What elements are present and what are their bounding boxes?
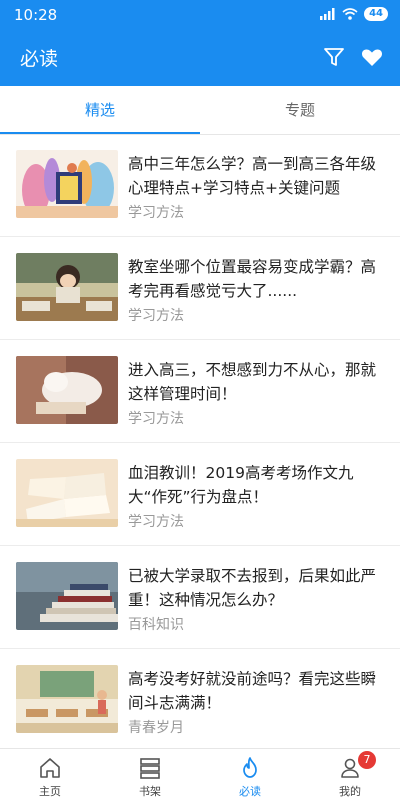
nav-home-label: 主页 — [39, 785, 61, 798]
article-category: 学习方法 — [128, 411, 184, 427]
article-item[interactable]: 高中三年怎么学？高一到高三各年级心理特点+学习特点+关键问题 学习方法 — [0, 134, 400, 237]
article-title: 已被大学录取不去报到，后果如此严重！这种情况怎么办？ — [128, 567, 377, 609]
flame-icon — [243, 757, 257, 778]
bookshelf-icon — [140, 758, 160, 779]
nav-bookshelf[interactable]: 书架 — [100, 749, 200, 801]
article-category: 学习方法 — [128, 205, 184, 221]
battery-indicator: 44 — [364, 7, 388, 21]
article-title: 高中三年怎么学？高一到高三各年级心理特点+学习特点+关键问题 — [128, 155, 377, 197]
status-bar: 10:28 44 — [0, 0, 400, 30]
article-thumbnail — [16, 150, 118, 218]
nav-must-read[interactable]: 必读 — [200, 749, 300, 801]
article-title: 进入高三，不想感到力不从心，那就这样管理时间！ — [128, 361, 377, 403]
bottom-navigation: 主页 书架 必读 7 我的 — [0, 748, 400, 801]
favorite-heart-icon[interactable] — [360, 45, 384, 69]
tab-bar: 精选 专题 — [0, 86, 400, 135]
app-bar: 必读 — [0, 30, 400, 86]
article-thumbnail — [16, 253, 118, 321]
tab-featured[interactable]: 精选 — [0, 86, 200, 134]
article-item[interactable]: 已被大学录取不去报到，后果如此严重！这种情况怎么办？ 百科知识 — [0, 546, 400, 649]
filter-icon[interactable] — [322, 45, 346, 69]
article-thumbnail — [16, 356, 118, 424]
article-item[interactable]: 进入高三，不想感到力不从心，那就这样管理时间！ 学习方法 — [0, 340, 400, 443]
article-thumbnail — [16, 562, 118, 630]
article-item[interactable]: 教室坐哪个位置最容易变成学霸？高考完再看感觉亏大了...... 学习方法 — [0, 237, 400, 340]
notification-badge: 7 — [358, 751, 376, 769]
article-title: 教室坐哪个位置最容易变成学霸？高考完再看感觉亏大了...... — [128, 258, 377, 300]
article-category: 青春岁月 — [128, 720, 184, 736]
article-title: 血泪教训！2019高考考场作文九大“作死”行为盘点！ — [128, 464, 354, 506]
tab-topics[interactable]: 专题 — [200, 86, 400, 134]
page-title: 必读 — [20, 48, 59, 70]
nav-profile[interactable]: 7 我的 — [300, 749, 400, 801]
wifi-icon — [342, 8, 358, 20]
nav-bookshelf-label: 书架 — [139, 785, 161, 798]
article-thumbnail — [16, 665, 118, 733]
article-thumbnail — [16, 459, 118, 527]
article-item[interactable]: 血泪教训！2019高考考场作文九大“作死”行为盘点！ 学习方法 — [0, 443, 400, 546]
home-icon — [40, 758, 60, 778]
article-title: 高考没考好就没前途吗？看完这些瞬间斗志满满！ — [128, 670, 377, 712]
status-time: 10:28 — [14, 6, 58, 24]
signal-icon — [320, 8, 335, 20]
article-category: 百科知识 — [128, 617, 184, 633]
article-list: 高中三年怎么学？高一到高三各年级心理特点+学习特点+关键问题 学习方法 教室坐哪… — [0, 134, 400, 752]
nav-profile-label: 我的 — [339, 785, 361, 798]
article-category: 学习方法 — [128, 308, 184, 324]
nav-home[interactable]: 主页 — [0, 749, 100, 801]
article-item[interactable]: 高考没考好就没前途吗？看完这些瞬间斗志满满！ 青春岁月 — [0, 649, 400, 752]
status-icons: 44 — [320, 7, 388, 21]
nav-must-read-label: 必读 — [239, 785, 261, 798]
article-category: 学习方法 — [128, 514, 184, 530]
